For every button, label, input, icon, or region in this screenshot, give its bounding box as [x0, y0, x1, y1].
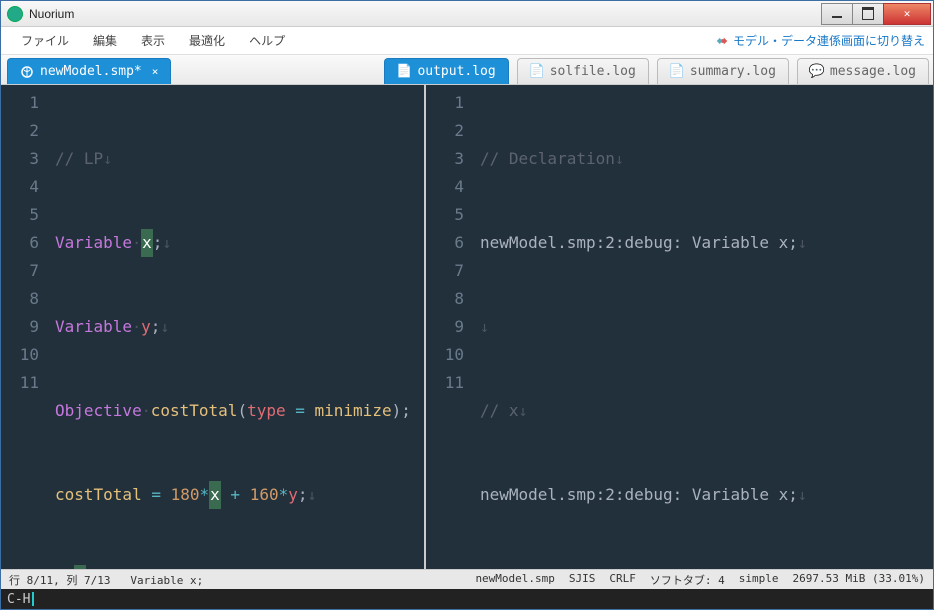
tab-label: newModel.smp* [40, 64, 142, 79]
gutter-left: 1234567891011 [1, 85, 49, 569]
tab-summary[interactable]: 📄 summary.log [657, 58, 789, 84]
menubar: ファイル 編集 表示 最適化 ヘルプ モデル・データ連係画面に切り替え [1, 27, 933, 55]
editor-right[interactable]: 1234567891011 // Declaration↓ newModel.s… [426, 85, 933, 569]
tab-label: output.log [417, 64, 495, 79]
app-icon [7, 6, 23, 22]
log-icon: 📄 [530, 65, 544, 79]
tab-message[interactable]: 💬 message.log [797, 58, 929, 84]
switch-icon [715, 34, 729, 48]
file-icon [20, 65, 34, 79]
statusbar-command[interactable]: C-H [1, 589, 933, 609]
status-eol[interactable]: CRLF [609, 572, 636, 588]
tab-label: solfile.log [550, 64, 636, 79]
menu-file[interactable]: ファイル [9, 28, 81, 53]
status-memory: 2697.53 MiB (33.01%) [793, 572, 925, 588]
editor-left[interactable]: 1234567891011 // LP↓ Variable·x;↓ Variab… [1, 85, 426, 569]
menu-view[interactable]: 表示 [129, 28, 177, 53]
window-buttons [822, 3, 931, 25]
tab-newmodel[interactable]: newModel.smp* × [7, 58, 171, 84]
switch-view-label: モデル・データ連係画面に切り替え [733, 32, 925, 49]
chat-icon: 💬 [810, 65, 824, 79]
menu-optimize[interactable]: 最適化 [177, 28, 237, 53]
gutter-right: 1234567891011 [426, 85, 474, 569]
maximize-button[interactable] [852, 3, 884, 25]
code-right[interactable]: // Declaration↓ newModel.smp:2:debug: Va… [474, 85, 933, 569]
tab-output[interactable]: 📄 output.log [384, 58, 508, 84]
log-icon: 📄 [670, 65, 684, 79]
command-cursor [32, 592, 34, 606]
close-button[interactable] [883, 3, 931, 25]
minimize-button[interactable] [821, 3, 853, 25]
app-window: Nuorium ファイル 編集 表示 最適化 ヘルプ モデル・データ連係画面に切… [0, 0, 934, 610]
status-mode[interactable]: simple [739, 572, 779, 588]
menu-edit[interactable]: 編集 [81, 28, 129, 53]
window-title: Nuorium [29, 7, 822, 21]
context-info: Variable x; [130, 574, 203, 587]
cursor-position: 行 8/11, 列 7/13 [9, 574, 110, 587]
tab-solfile[interactable]: 📄 solfile.log [517, 58, 649, 84]
log-icon: 📄 [397, 65, 411, 79]
status-encoding[interactable]: SJIS [569, 572, 596, 588]
tab-label: message.log [830, 64, 916, 79]
statusbar-file: 行 8/11, 列 7/13 Variable x; newModel.smp … [1, 569, 933, 589]
status-file: newModel.smp [475, 572, 554, 588]
menu-help[interactable]: ヘルプ [237, 28, 297, 53]
switch-view-button[interactable]: モデル・データ連係画面に切り替え [715, 32, 925, 49]
command-text: C-H [7, 592, 30, 607]
tab-label: summary.log [690, 64, 776, 79]
code-left[interactable]: // LP↓ Variable·x;↓ Variable·y;↓ Objecti… [49, 85, 424, 569]
close-icon[interactable]: × [152, 65, 159, 78]
editors: 1234567891011 // LP↓ Variable·x;↓ Variab… [1, 85, 933, 569]
titlebar[interactable]: Nuorium [1, 1, 933, 27]
status-tab[interactable]: ソフトタブ: 4 [650, 572, 725, 588]
tabs-row: newModel.smp* × 📄 output.log 📄 solfile.l… [1, 55, 933, 85]
